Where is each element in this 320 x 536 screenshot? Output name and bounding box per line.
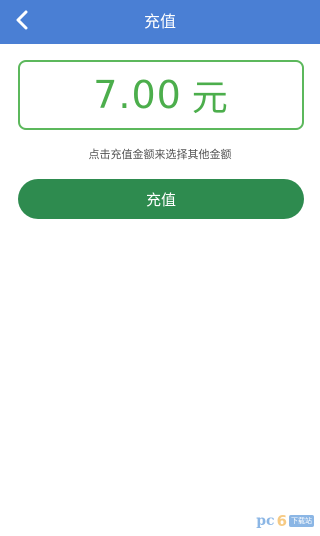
watermark-text: pc xyxy=(256,513,275,529)
watermark-logo: pc 6 下载站 xyxy=(256,512,314,530)
amount-hint: 点击充值金额来选择其他金额 xyxy=(88,148,232,161)
amount-selector[interactable]: 7.00 元 xyxy=(18,60,304,130)
amount-value: 7.00 xyxy=(93,73,182,117)
watermark-digit: 6 xyxy=(276,512,287,530)
amount-unit: 元 xyxy=(191,78,229,119)
recharge-button[interactable]: 充值 xyxy=(18,179,304,219)
page-title: 充值 xyxy=(143,12,176,31)
watermark-badge: 下载站 xyxy=(289,515,314,527)
app-header: 充值 xyxy=(0,0,320,44)
